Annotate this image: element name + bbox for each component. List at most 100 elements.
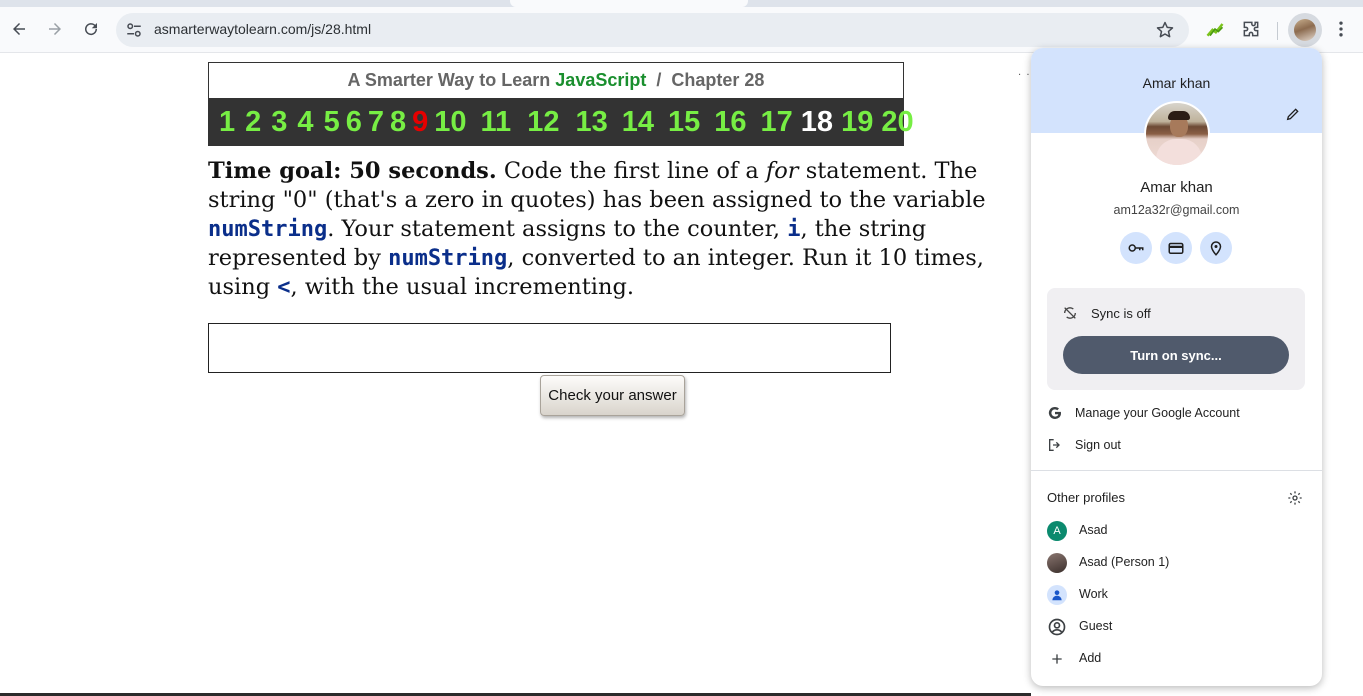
manage-account-label: Manage your Google Account <box>1075 406 1240 420</box>
rising-chart-icon <box>1206 23 1224 37</box>
extension-chart-button[interactable] <box>1202 16 1228 42</box>
chapter-link-6[interactable]: 6 <box>346 106 362 139</box>
chapter-link-13[interactable]: 13 <box>575 106 607 139</box>
card-icon <box>1168 242 1184 254</box>
profile-button[interactable] <box>1288 13 1322 47</box>
forward-button[interactable] <box>41 15 69 43</box>
add-profile-item[interactable]: Add <box>1031 644 1322 674</box>
prompt-text: Code the first line of a <box>496 158 766 184</box>
header-separator: / <box>656 70 662 90</box>
prompt-text: , with the usual incrementing. <box>290 274 635 300</box>
chapter-link-10[interactable]: 10 <box>434 106 466 139</box>
header-chapter: Chapter 28 <box>671 70 765 90</box>
manage-account-item[interactable]: Manage your Google Account <box>1031 398 1322 428</box>
profile-item-work[interactable]: Work <box>1031 580 1322 610</box>
gear-icon[interactable] <box>1287 490 1303 506</box>
reload-button[interactable] <box>77 15 105 43</box>
address-bar[interactable]: asmarterwaytolearn.com/js/28.html <box>116 13 1189 47</box>
profile-avatar <box>1144 101 1210 167</box>
chapter-link-7[interactable]: 7 <box>368 106 384 139</box>
chapter-link-12[interactable]: 12 <box>527 106 559 139</box>
addresses-button[interactable] <box>1200 232 1232 264</box>
header-brand: JavaScript <box>555 70 647 90</box>
profile-menu: Amar khan Amar khan am12a32r@gmail.com S… <box>1031 48 1322 686</box>
chapter-link-11[interactable]: 11 <box>481 106 512 139</box>
site-settings-icon[interactable] <box>125 21 143 39</box>
chapter-link-1[interactable]: 1 <box>219 106 235 139</box>
turn-on-sync-button[interactable]: Turn on sync... <box>1063 336 1289 374</box>
profile-item-asad[interactable]: A Asad <box>1031 516 1322 546</box>
arrow-right-icon <box>49 23 61 35</box>
prompt-code: numString <box>388 246 508 271</box>
tab-strip <box>0 0 1363 7</box>
avatar-shirt <box>1156 139 1202 165</box>
chapter-link-8[interactable]: 8 <box>390 106 406 139</box>
profile-initial-avatar: A <box>1047 521 1067 541</box>
prompt-code: i <box>787 217 801 242</box>
avatar-hair <box>1168 111 1190 120</box>
prompt-keyword: for <box>765 158 799 184</box>
profile-header-name: Amar khan <box>1142 75 1211 91</box>
chapter-link-18[interactable]: 18 <box>801 106 833 139</box>
passwords-button[interactable] <box>1120 232 1152 264</box>
browser-toolbar: asmarterwaytolearn.com/js/28.html <box>0 7 1363 53</box>
chrome-menu-button[interactable] <box>1328 16 1354 42</box>
location-icon <box>1210 241 1222 256</box>
profile-item-asad-person-1[interactable]: Asad (Person 1) <box>1031 548 1322 578</box>
avatar <box>1294 19 1316 41</box>
page-header: A Smarter Way to Learn JavaScript / Chap… <box>208 62 904 98</box>
profile-label: Work <box>1079 587 1108 601</box>
chapter-link-5[interactable]: 5 <box>324 106 340 139</box>
prompt-code: numString <box>208 217 328 242</box>
profile-item-guest[interactable]: Guest <box>1031 612 1322 642</box>
check-answer-button[interactable]: Check your answer <box>540 375 685 416</box>
profile-label: Guest <box>1079 619 1113 633</box>
prompt-code: < <box>277 275 291 300</box>
payment-methods-button[interactable] <box>1160 232 1192 264</box>
chapter-link-16[interactable]: 16 <box>714 106 746 139</box>
sync-off-icon <box>1064 307 1076 319</box>
sync-status: Sync is off <box>1091 306 1151 321</box>
exercise-prompt: Time goal: 50 seconds. Code the first li… <box>208 157 1008 302</box>
other-profiles-title: Other profiles <box>1047 490 1126 505</box>
active-tab[interactable] <box>510 0 748 7</box>
time-goal: Time goal: 50 seconds. <box>208 158 497 184</box>
sign-out-label: Sign out <box>1075 438 1121 452</box>
plus-icon <box>1047 649 1067 669</box>
guest-icon <box>1047 617 1067 637</box>
chapter-navigation: 1 2 3 4 5 6 7 8 9 10 11 12 13 14 15 16 17 18 19 20 <box>208 98 914 146</box>
menu-divider <box>1031 470 1322 471</box>
chapter-link-17[interactable]: 17 <box>761 106 793 139</box>
chapter-link-2[interactable]: 2 <box>245 106 261 139</box>
avatar <box>1047 553 1067 573</box>
chapter-link-14[interactable]: 14 <box>622 106 654 139</box>
puzzle-icon <box>1243 21 1259 37</box>
chapter-link-4[interactable]: 4 <box>297 106 313 139</box>
chapter-link-20[interactable]: 20 <box>881 106 913 139</box>
profile-label: Asad (Person 1) <box>1079 555 1170 569</box>
toolbar-separator <box>1277 22 1278 40</box>
extensions-button[interactable] <box>1238 16 1264 42</box>
back-button[interactable] <box>5 15 33 43</box>
url-text[interactable]: asmarterwaytolearn.com/js/28.html <box>154 21 371 37</box>
person-icon <box>1047 585 1067 605</box>
prompt-text: . Your statement assigns to the counter, <box>327 216 788 242</box>
header-prefix: A Smarter Way to Learn <box>347 70 551 90</box>
chapter-link-3[interactable]: 3 <box>271 106 287 139</box>
sync-panel: Sync is off Turn on sync... <box>1047 288 1305 390</box>
pencil-icon[interactable] <box>1285 106 1301 122</box>
chapter-link-15[interactable]: 15 <box>668 106 700 139</box>
profile-label: Add <box>1079 651 1102 665</box>
answer-input[interactable] <box>208 323 891 373</box>
sign-out-item[interactable]: Sign out <box>1031 430 1322 460</box>
profile-name: Amar khan <box>1140 179 1213 196</box>
chapter-link-19[interactable]: 19 <box>841 106 873 139</box>
chapter-link-9[interactable]: 9 <box>412 106 428 139</box>
more-vert-icon <box>1339 21 1343 37</box>
bookmark-star-icon[interactable] <box>1155 20 1175 40</box>
arrow-left-icon <box>13 23 25 35</box>
profile-email: am12a32r@gmail.com <box>1113 203 1240 217</box>
google-icon <box>1046 404 1064 422</box>
key-icon <box>1128 244 1144 252</box>
sign-out-icon <box>1046 436 1064 454</box>
